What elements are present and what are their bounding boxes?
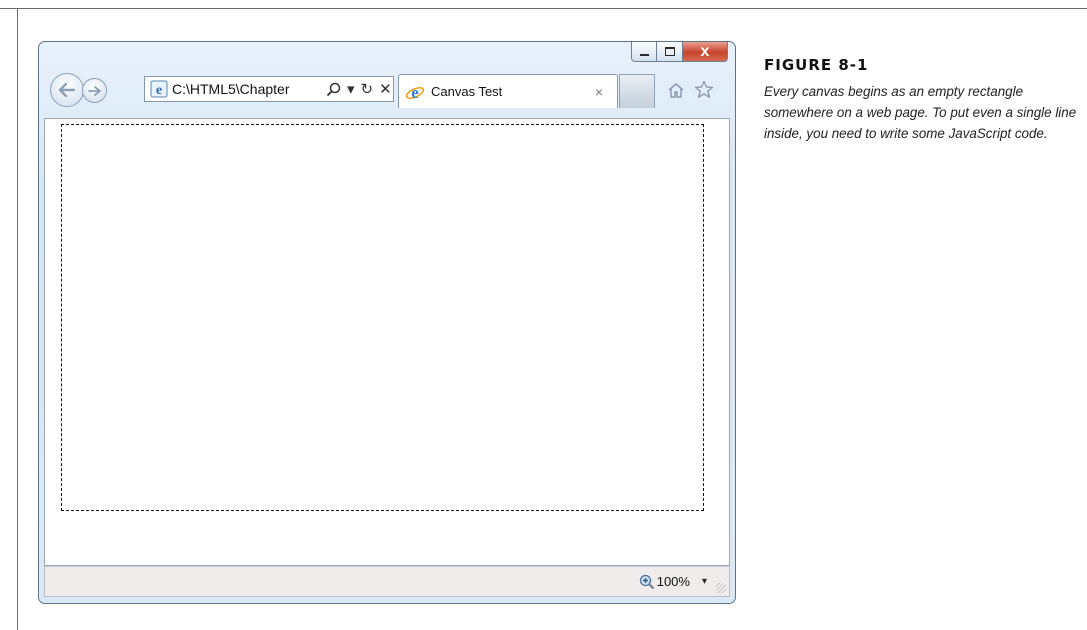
page-viewport[interactable] [44,118,730,566]
tab-close-icon[interactable]: × [595,84,603,100]
forward-button[interactable] [82,78,107,103]
search-icon[interactable] [326,82,341,97]
zoom-magnifier-icon[interactable] [639,574,655,590]
stop-icon[interactable]: ✕ [379,80,392,98]
figure-text: Every canvas begins as an empty rectangl… [764,84,1077,141]
new-tab-button[interactable] [619,74,655,108]
figure-label: FIGURE 8-1 [764,56,869,74]
window-controls: x [631,42,728,63]
tab-canvas-test[interactable]: e Canvas Test × [398,74,618,108]
figure-caption: FIGURE 8-1 Every canvas begins as an emp… [764,56,1084,144]
maximize-icon [664,47,675,56]
page-frame-left [0,9,18,630]
close-icon: x [700,42,710,60]
maximize-button[interactable] [657,42,683,62]
address-tools: ▾ ↻ ✕ [326,80,392,98]
address-dropdown-icon[interactable]: ▾ [347,80,355,98]
status-bar: 100% ▾ [44,566,730,597]
zoom-level[interactable]: 100% [657,574,690,589]
close-window-button[interactable]: x [683,42,728,62]
minimize-button[interactable] [631,42,657,62]
svg-text:e: e [156,83,162,98]
svg-text:e: e [411,83,419,102]
resize-grip-icon[interactable] [716,583,726,593]
favorites-star-icon[interactable] [694,80,714,105]
minimize-icon [639,53,649,56]
navigation-bar: e C:\HTML5\Chapter ▾ ↻ ✕ e Canvas Test × [39,72,735,112]
back-button[interactable] [50,73,84,107]
tab-title: Canvas Test [431,84,503,99]
forward-arrow-icon [88,85,101,96]
back-arrow-icon [58,83,76,97]
empty-canvas[interactable] [61,124,704,511]
address-input[interactable]: C:\HTML5\Chapter [172,81,322,97]
zoom-dropdown-icon[interactable]: ▾ [702,576,707,587]
page-frame-top [0,0,1087,9]
browser-window: x e C:\HTML5\Chapter ▾ ↻ ✕ e Canvas Test… [38,41,736,604]
ie-page-icon: e [150,80,168,98]
address-bar[interactable]: e C:\HTML5\Chapter ▾ ↻ ✕ [144,76,394,102]
ie-logo-icon: e [405,82,425,102]
home-icon[interactable] [667,82,685,104]
refresh-icon[interactable]: ↻ [361,80,374,98]
